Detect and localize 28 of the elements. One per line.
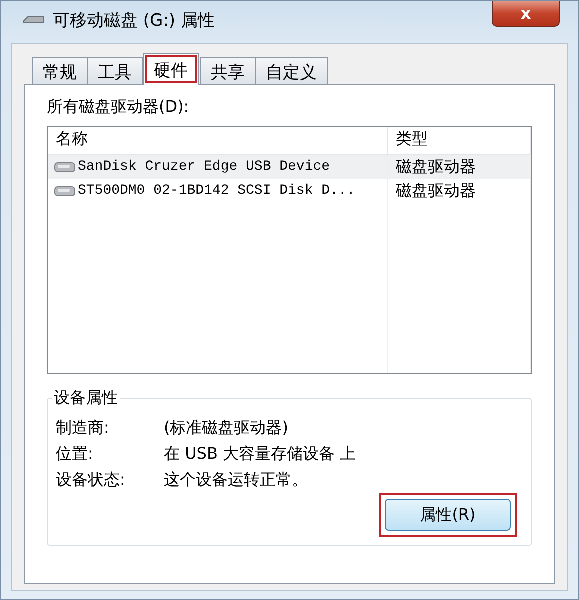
- column-header[interactable]: 名称: [48, 127, 388, 155]
- drive-icon: [23, 14, 45, 26]
- properties-button[interactable]: 属性(R): [385, 499, 511, 531]
- drive-name: ST500DM0 02-1BD142 SCSI Disk D...: [78, 183, 356, 199]
- field-value: 在 USB 大容量存储设备 上: [164, 444, 358, 464]
- drive-name: SanDisk Cruzer Edge USB Device: [78, 159, 330, 175]
- drive-row[interactable]: ST500DM0 02-1BD142 SCSI Disk D...: [48, 179, 388, 203]
- tab[interactable]: 自定义: [255, 57, 328, 84]
- drive-row[interactable]: SanDisk Cruzer Edge USB Device: [48, 155, 388, 179]
- group-title: 设备属性: [53, 388, 119, 409]
- field-value: (标准磁盘驱动器): [164, 418, 290, 438]
- tab[interactable]: 常规: [32, 57, 88, 84]
- close-button[interactable]: x: [492, 1, 560, 27]
- table-cell: 磁盘驱动器: [388, 179, 531, 203]
- tab[interactable]: 硬件: [143, 53, 199, 85]
- list-label: 所有磁盘驱动器(D):: [47, 97, 190, 118]
- field-value: 这个设备运转正常。: [164, 470, 309, 490]
- table-cell: 磁盘驱动器: [388, 155, 531, 179]
- drive-icon: [54, 161, 76, 173]
- drive-list[interactable]: 名称 类型 SanDisk Cruzer Edge USB Device 磁盘驱动器 ST500DM0 02-1BD142 SCSI Disk D... 磁盘驱动器: [47, 126, 532, 374]
- field-label: 制造商:: [56, 418, 110, 438]
- drive-icon: [54, 185, 76, 197]
- field-label: 位置:: [56, 444, 94, 464]
- field-label: 设备状态:: [56, 470, 126, 490]
- tab[interactable]: 工具: [87, 57, 143, 84]
- tab[interactable]: 共享: [200, 57, 256, 84]
- window-title: 可移动磁盘 (G:) 属性: [53, 10, 216, 32]
- column-header[interactable]: 类型: [388, 127, 531, 155]
